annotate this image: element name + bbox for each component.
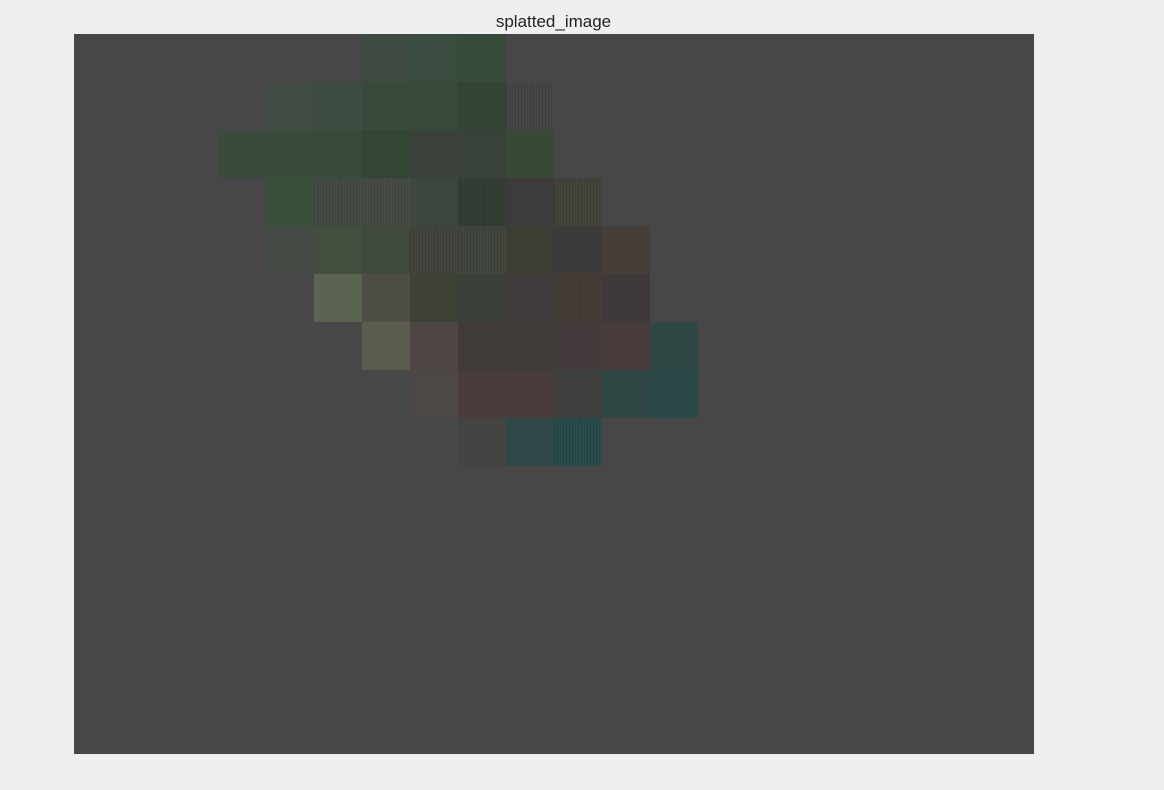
splat-tile [602,370,650,418]
splat-tile [410,82,458,130]
splat-tile [314,82,362,130]
splat-tile [458,226,506,274]
splat-tile [554,178,602,226]
splat-tile [506,226,554,274]
splat-tile [506,322,554,370]
splat-tile [602,322,650,370]
splat-tile [410,322,458,370]
splat-tile [314,130,362,178]
splat-tile [362,322,410,370]
splat-tile [218,130,266,178]
splat-tile [506,178,554,226]
splat-tile [410,178,458,226]
splat-tile [362,274,410,322]
splat-tile [506,418,554,466]
splat-tile [362,34,410,82]
splat-tile [266,178,314,226]
splat-tile [650,370,698,418]
splat-tile [410,370,458,418]
figure-title: splatted_image [495,12,612,31]
splat-tile [362,82,410,130]
splat-tile [362,226,410,274]
splat-tile [314,178,362,226]
splat-tile [266,130,314,178]
splat-tile [458,418,506,466]
splat-tile [602,226,650,274]
splat-tile [458,370,506,418]
splat-tile [602,274,650,322]
splat-tile [410,130,458,178]
splat-tile [410,34,458,82]
splat-tile [458,130,506,178]
splat-tile [458,274,506,322]
splat-tile [554,226,602,274]
splat-tile [506,274,554,322]
splat-tile [362,178,410,226]
splatted-image-canvas [74,34,1034,754]
splat-tile [506,130,554,178]
splat-tile [458,82,506,130]
splat-tile [410,226,458,274]
splat-tile [554,322,602,370]
splat-tile [362,130,410,178]
splat-tile [458,34,506,82]
splat-tile [506,82,554,130]
splat-tile [266,226,314,274]
splat-tile [650,322,698,370]
splat-tile [410,274,458,322]
splat-tile [554,274,602,322]
splat-tile [314,274,362,322]
splat-tile [554,418,602,466]
splat-tile [266,82,314,130]
splat-tile [458,178,506,226]
splat-tile [458,322,506,370]
splat-tile [554,370,602,418]
splat-tile [506,370,554,418]
splat-tile [314,226,362,274]
